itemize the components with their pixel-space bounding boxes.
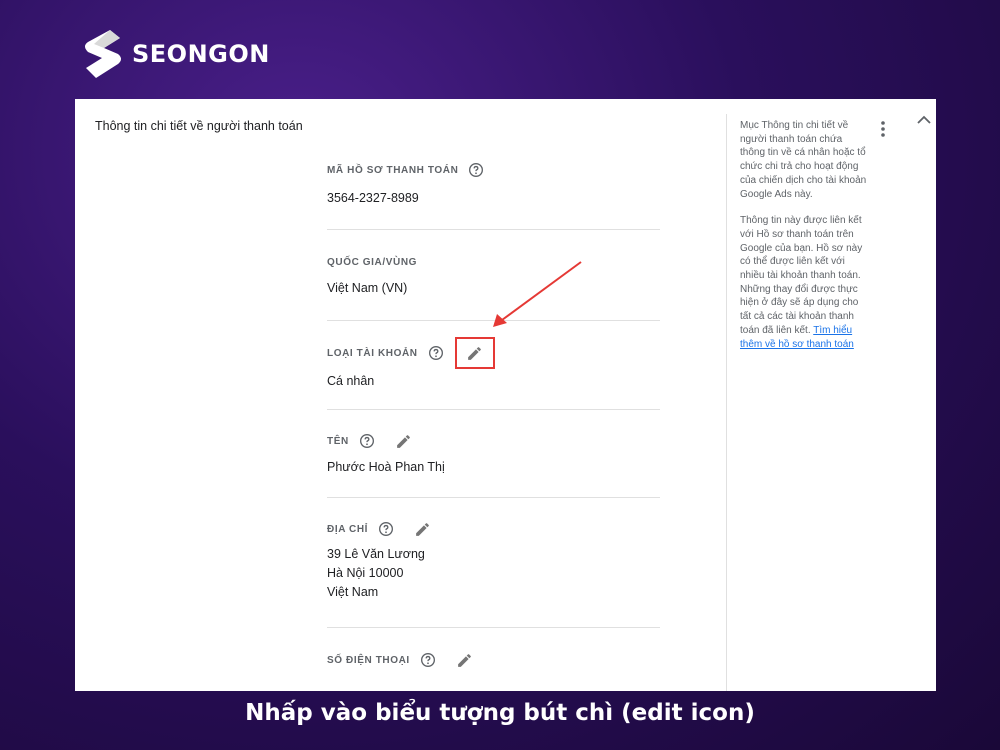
- field-label: SỐ ĐIỆN THOẠI: [327, 654, 410, 666]
- help-circle-icon[interactable]: [359, 433, 375, 449]
- field-value: Việt Nam (VN): [327, 281, 408, 295]
- address-value: 39 Lê Văn Lương Hà Nội 10000 Việt Nam: [327, 545, 660, 602]
- section-title: Thông tin chi tiết về người thanh toán: [95, 119, 303, 133]
- divider: [327, 229, 660, 230]
- chevron-up-icon[interactable]: [915, 111, 933, 129]
- address-line: Việt Nam: [327, 585, 379, 599]
- help-paragraph: Mục Thông tin chi tiết về người thanh to…: [740, 120, 867, 200]
- pencil-icon[interactable]: [395, 433, 412, 450]
- help-circle-icon[interactable]: [468, 162, 484, 178]
- divider: [327, 320, 660, 321]
- field-label: TÊN: [327, 435, 349, 447]
- field-label: LOẠI TÀI KHOẢN: [327, 347, 418, 359]
- field-phone-number: SỐ ĐIỆN THOẠI: [327, 650, 660, 670]
- field-value: Cá nhân: [327, 374, 375, 388]
- brand-logo: SEONGON: [80, 28, 270, 80]
- help-circle-icon[interactable]: [378, 521, 394, 537]
- divider: [327, 497, 660, 498]
- field-label: ĐỊA CHỈ: [327, 523, 369, 535]
- side-help-text: Mục Thông tin chi tiết về người thanh to…: [740, 119, 868, 351]
- divider: [327, 627, 660, 628]
- brand-name: SEONGON: [132, 40, 270, 68]
- help-circle-icon[interactable]: [428, 345, 444, 361]
- pencil-icon[interactable]: [466, 345, 483, 362]
- billing-details-panel: Thông tin chi tiết về người thanh toán M…: [75, 99, 936, 691]
- field-name: TÊN Phước Hoà Phan Thị: [327, 431, 660, 477]
- caption: Nhấp vào biểu tượng bút chì (edit icon): [245, 700, 755, 726]
- field-label: QUỐC GIA/VÙNG: [327, 256, 418, 268]
- help-circle-icon[interactable]: [420, 652, 436, 668]
- side-divider: [726, 114, 727, 691]
- pencil-icon[interactable]: [456, 652, 473, 669]
- edit-highlight-box[interactable]: [454, 337, 495, 369]
- pencil-icon[interactable]: [414, 521, 431, 538]
- seongon-logo-icon: [85, 30, 121, 78]
- field-value: 3564-2327-8989: [327, 191, 419, 205]
- field-country-region: QUỐC GIA/VÙNG Việt Nam (VN): [327, 252, 660, 298]
- more-vertical-icon[interactable]: [875, 120, 891, 138]
- help-paragraph: Thông tin này được liên kết với Hồ sơ th…: [740, 215, 863, 350]
- field-account-type: LOẠI TÀI KHOẢN Cá nhân: [327, 337, 660, 391]
- field-value: Phước Hoà Phan Thị: [327, 460, 445, 474]
- field-payment-profile-id: MÃ HỒ SƠ THANH TOÁN 3564-2327-8989: [327, 160, 660, 208]
- address-line: Hà Nội 10000: [327, 566, 404, 580]
- field-address: ĐỊA CHỈ 39 Lê Văn Lương Hà Nội 10000 Việ…: [327, 519, 660, 602]
- field-label: MÃ HỒ SƠ THANH TOÁN: [327, 164, 459, 176]
- address-line: 39 Lê Văn Lương: [327, 547, 425, 561]
- divider: [327, 409, 660, 410]
